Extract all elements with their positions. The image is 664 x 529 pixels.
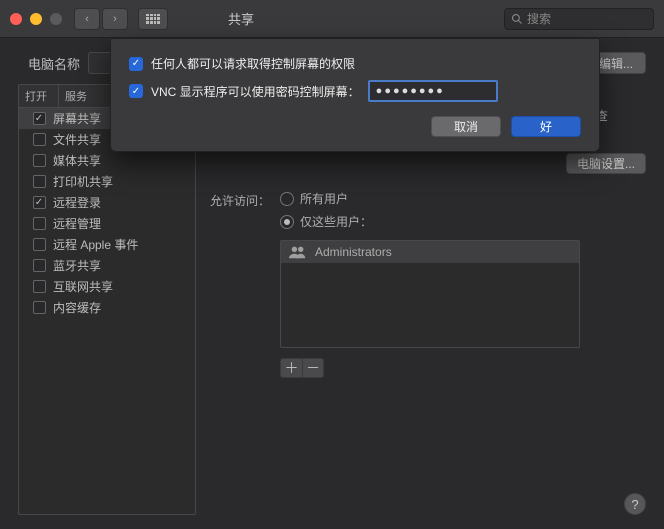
- service-label: 文件共享: [53, 131, 101, 148]
- service-row[interactable]: 互联网共享: [19, 276, 195, 297]
- service-label: 远程登录: [53, 194, 101, 211]
- back-button[interactable]: ‹: [74, 8, 100, 30]
- window-controls: [10, 13, 62, 25]
- radio-only-label: 仅这些用户：: [300, 213, 372, 230]
- vnc-password-field[interactable]: ●●●●●●●●: [368, 80, 498, 102]
- service-label: 屏幕共享: [53, 110, 101, 127]
- users-list[interactable]: Administrators: [280, 240, 580, 348]
- add-user-button[interactable]: ＋: [280, 358, 302, 378]
- minimize-window-button[interactable]: [30, 13, 42, 25]
- forward-button[interactable]: ›: [102, 8, 128, 30]
- remove-user-button[interactable]: －: [302, 358, 324, 378]
- radio-all-users[interactable]: 所有用户: [280, 190, 580, 207]
- service-checkbox[interactable]: [33, 280, 46, 293]
- help-button[interactable]: ?: [624, 493, 646, 515]
- service-label: 远程 Apple 事件: [53, 236, 138, 253]
- service-row[interactable]: 蓝牙共享: [19, 255, 195, 276]
- close-window-button[interactable]: [10, 13, 22, 25]
- service-row[interactable]: 远程登录: [19, 192, 195, 213]
- service-checkbox[interactable]: [33, 112, 46, 125]
- opt1-label: 任何人都可以请求取得控制屏幕的权限: [151, 55, 355, 72]
- service-checkbox[interactable]: [33, 175, 46, 188]
- titlebar: ‹ › 共享 搜索: [0, 0, 664, 38]
- access-label: 允许访问：: [210, 190, 270, 378]
- show-all-prefs-button[interactable]: [138, 8, 168, 30]
- service-row[interactable]: 打印机共享: [19, 171, 195, 192]
- nav-buttons: ‹ ›: [74, 8, 128, 30]
- service-label: 互联网共享: [53, 278, 113, 295]
- service-row[interactable]: 远程管理: [19, 213, 195, 234]
- option-anyone-request[interactable]: 任何人都可以请求取得控制屏幕的权限: [129, 55, 581, 72]
- user-name: Administrators: [315, 245, 392, 259]
- search-icon: [511, 13, 523, 25]
- add-remove-buttons: ＋ －: [280, 358, 580, 378]
- checkbox-checked-icon: [129, 57, 143, 71]
- service-label: 蓝牙共享: [53, 257, 101, 274]
- service-label: 内容缓存: [53, 299, 101, 316]
- ok-button[interactable]: 好: [511, 116, 581, 137]
- users-icon: [289, 245, 307, 259]
- option-vnc-password[interactable]: VNC 显示程序可以使用密码控制屏幕： ●●●●●●●●: [129, 80, 581, 102]
- computer-name-label: 电脑名称: [28, 54, 80, 73]
- vnc-options-dialog: 任何人都可以请求取得控制屏幕的权限 VNC 显示程序可以使用密码控制屏幕： ●●…: [110, 38, 600, 152]
- service-checkbox[interactable]: [33, 217, 46, 230]
- service-checkbox[interactable]: [33, 196, 46, 209]
- zoom-window-button: [50, 13, 62, 25]
- service-row[interactable]: 媒体共享: [19, 150, 195, 171]
- search-field[interactable]: 搜索: [504, 8, 654, 30]
- search-placeholder: 搜索: [527, 10, 551, 27]
- computer-settings-button[interactable]: 电脑设置...: [566, 153, 646, 174]
- col-on: 打开: [19, 85, 59, 107]
- window-title: 共享: [228, 9, 254, 28]
- service-checkbox[interactable]: [33, 133, 46, 146]
- user-row[interactable]: Administrators: [281, 241, 579, 263]
- service-row[interactable]: 内容缓存: [19, 297, 195, 318]
- service-checkbox[interactable]: [33, 238, 46, 251]
- service-checkbox[interactable]: [33, 259, 46, 272]
- service-label: 远程管理: [53, 215, 101, 232]
- checkbox-checked-icon: [129, 84, 143, 98]
- service-row[interactable]: 远程 Apple 事件: [19, 234, 195, 255]
- grid-icon: [146, 14, 160, 24]
- access-section: 允许访问： 所有用户 仅这些用户： Administrators: [210, 190, 646, 378]
- cancel-button[interactable]: 取消: [431, 116, 501, 137]
- radio-all-label: 所有用户: [300, 190, 348, 207]
- radio-icon: [280, 192, 294, 206]
- radio-icon: [280, 215, 294, 229]
- opt2-label: VNC 显示程序可以使用密码控制屏幕：: [151, 83, 360, 100]
- service-label: 打印机共享: [53, 173, 113, 190]
- service-checkbox[interactable]: [33, 301, 46, 314]
- radio-only-users[interactable]: 仅这些用户：: [280, 213, 580, 230]
- service-label: 媒体共享: [53, 152, 101, 169]
- service-checkbox[interactable]: [33, 154, 46, 167]
